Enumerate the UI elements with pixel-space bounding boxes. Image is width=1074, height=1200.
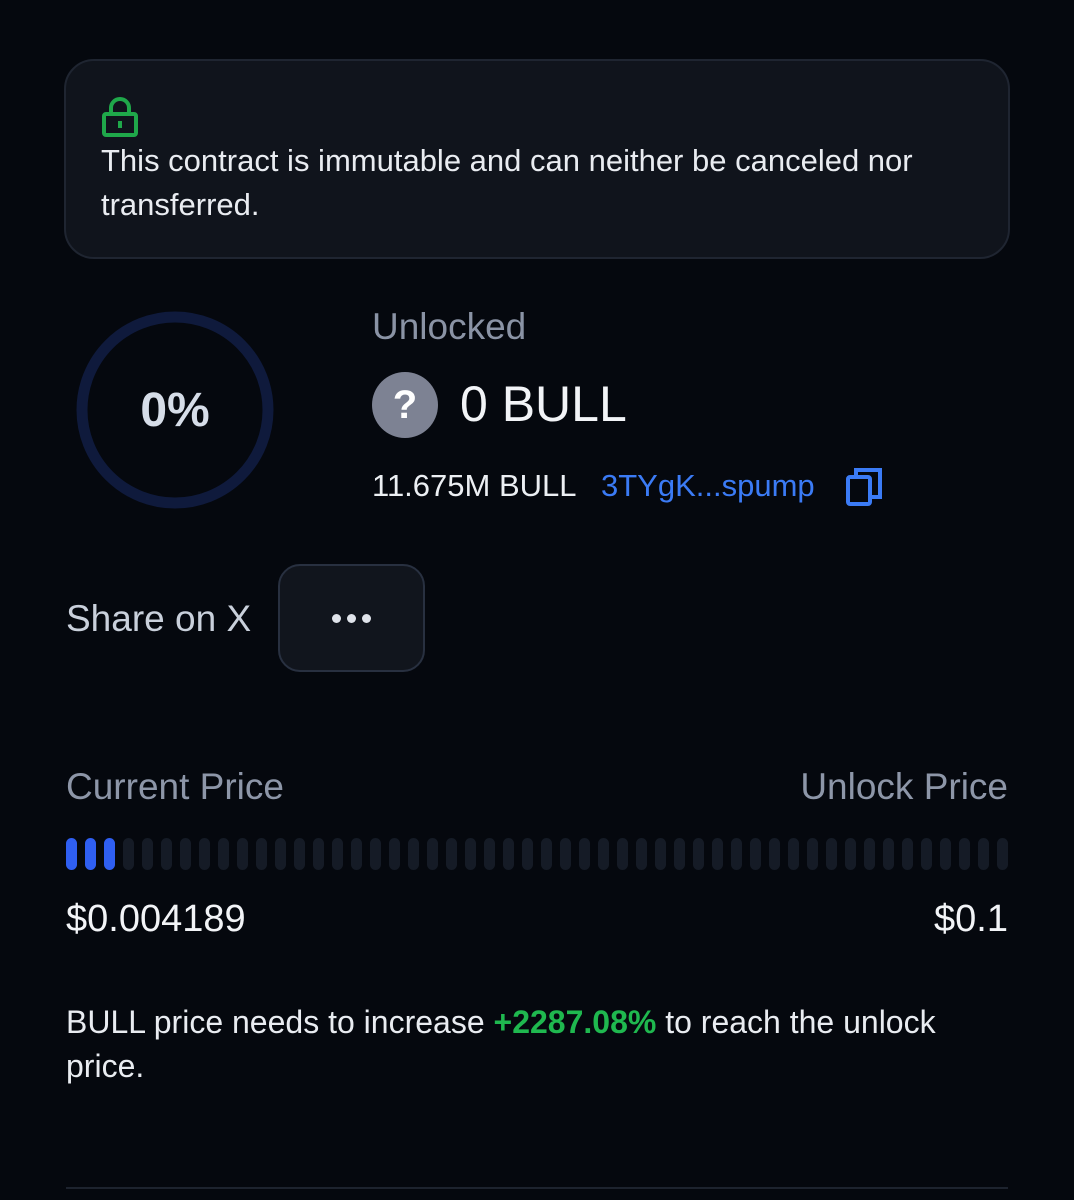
progress-segment bbox=[275, 838, 286, 870]
token-icon-glyph: ? bbox=[392, 382, 418, 427]
total-locked-amount: 11.675M BULL bbox=[372, 468, 577, 503]
progress-segment bbox=[522, 838, 533, 870]
progress-segment bbox=[807, 838, 818, 870]
progress-segment bbox=[940, 838, 951, 870]
progress-segment bbox=[978, 838, 989, 870]
progress-segment bbox=[389, 838, 400, 870]
progress-segment bbox=[750, 838, 761, 870]
progress-segment bbox=[579, 838, 590, 870]
progress-segment bbox=[731, 838, 742, 870]
immutable-contract-notice: This contract is immutable and can neith… bbox=[64, 59, 1010, 259]
progress-segment bbox=[313, 838, 324, 870]
progress-segment bbox=[712, 838, 723, 870]
progress-segment bbox=[864, 838, 875, 870]
increase-prefix: BULL price needs to increase bbox=[66, 1004, 494, 1040]
share-on-x-button[interactable]: Share on X bbox=[66, 598, 251, 640]
unlock-percent-label: 0% bbox=[140, 383, 210, 437]
more-options-button[interactable] bbox=[278, 564, 425, 672]
progress-segment bbox=[370, 838, 381, 870]
question-mark-icon: ? bbox=[372, 372, 438, 438]
progress-segment bbox=[636, 838, 647, 870]
progress-segment bbox=[142, 838, 153, 870]
progress-segment bbox=[237, 838, 248, 870]
progress-segment bbox=[541, 838, 552, 870]
progress-segment bbox=[997, 838, 1008, 870]
divider bbox=[66, 1187, 1008, 1189]
progress-segment bbox=[465, 838, 476, 870]
progress-segment bbox=[161, 838, 172, 870]
unlock-price-label: Unlock Price bbox=[800, 766, 1008, 807]
progress-segment bbox=[484, 838, 495, 870]
progress-segment bbox=[351, 838, 362, 870]
progress-segment bbox=[826, 838, 837, 870]
progress-segment bbox=[332, 838, 343, 870]
unlock-price-value: $0.1 bbox=[934, 898, 1008, 940]
progress-segment bbox=[408, 838, 419, 870]
increase-percent: +2287.08% bbox=[493, 1004, 657, 1040]
unlocked-amount: 0 BULL bbox=[460, 376, 627, 432]
progress-segment bbox=[199, 838, 210, 870]
progress-segment bbox=[598, 838, 609, 870]
progress-segment bbox=[674, 838, 685, 870]
progress-segment bbox=[902, 838, 913, 870]
progress-segment bbox=[788, 838, 799, 870]
progress-segment bbox=[655, 838, 666, 870]
current-price-value: $0.004189 bbox=[66, 898, 246, 940]
progress-segment bbox=[446, 838, 457, 870]
progress-segment bbox=[104, 838, 115, 870]
progress-segment bbox=[921, 838, 932, 870]
price-progress-bar bbox=[66, 838, 1008, 870]
progress-segment bbox=[693, 838, 704, 870]
progress-segment bbox=[218, 838, 229, 870]
progress-segment bbox=[294, 838, 305, 870]
notice-text: This contract is immutable and can neith… bbox=[101, 143, 913, 222]
progress-segment bbox=[503, 838, 514, 870]
progress-segment bbox=[883, 838, 894, 870]
progress-segment bbox=[845, 838, 856, 870]
progress-segment bbox=[427, 838, 438, 870]
token-address-link[interactable]: 3TYgK...spump bbox=[601, 468, 815, 504]
copy-icon[interactable] bbox=[845, 467, 883, 507]
progress-segment bbox=[959, 838, 970, 870]
progress-segment bbox=[66, 838, 77, 870]
progress-segment bbox=[256, 838, 267, 870]
price-increase-message: BULL price needs to increase +2287.08% t… bbox=[66, 1000, 1006, 1088]
progress-segment bbox=[617, 838, 628, 870]
current-price-label: Current Price bbox=[66, 766, 284, 807]
progress-segment bbox=[85, 838, 96, 870]
lock-icon bbox=[102, 97, 138, 137]
unlocked-label: Unlocked bbox=[372, 306, 527, 347]
progress-segment bbox=[560, 838, 571, 870]
more-horizontal-icon bbox=[329, 613, 374, 623]
progress-segment bbox=[123, 838, 134, 870]
progress-segment bbox=[769, 838, 780, 870]
progress-segment bbox=[180, 838, 191, 870]
